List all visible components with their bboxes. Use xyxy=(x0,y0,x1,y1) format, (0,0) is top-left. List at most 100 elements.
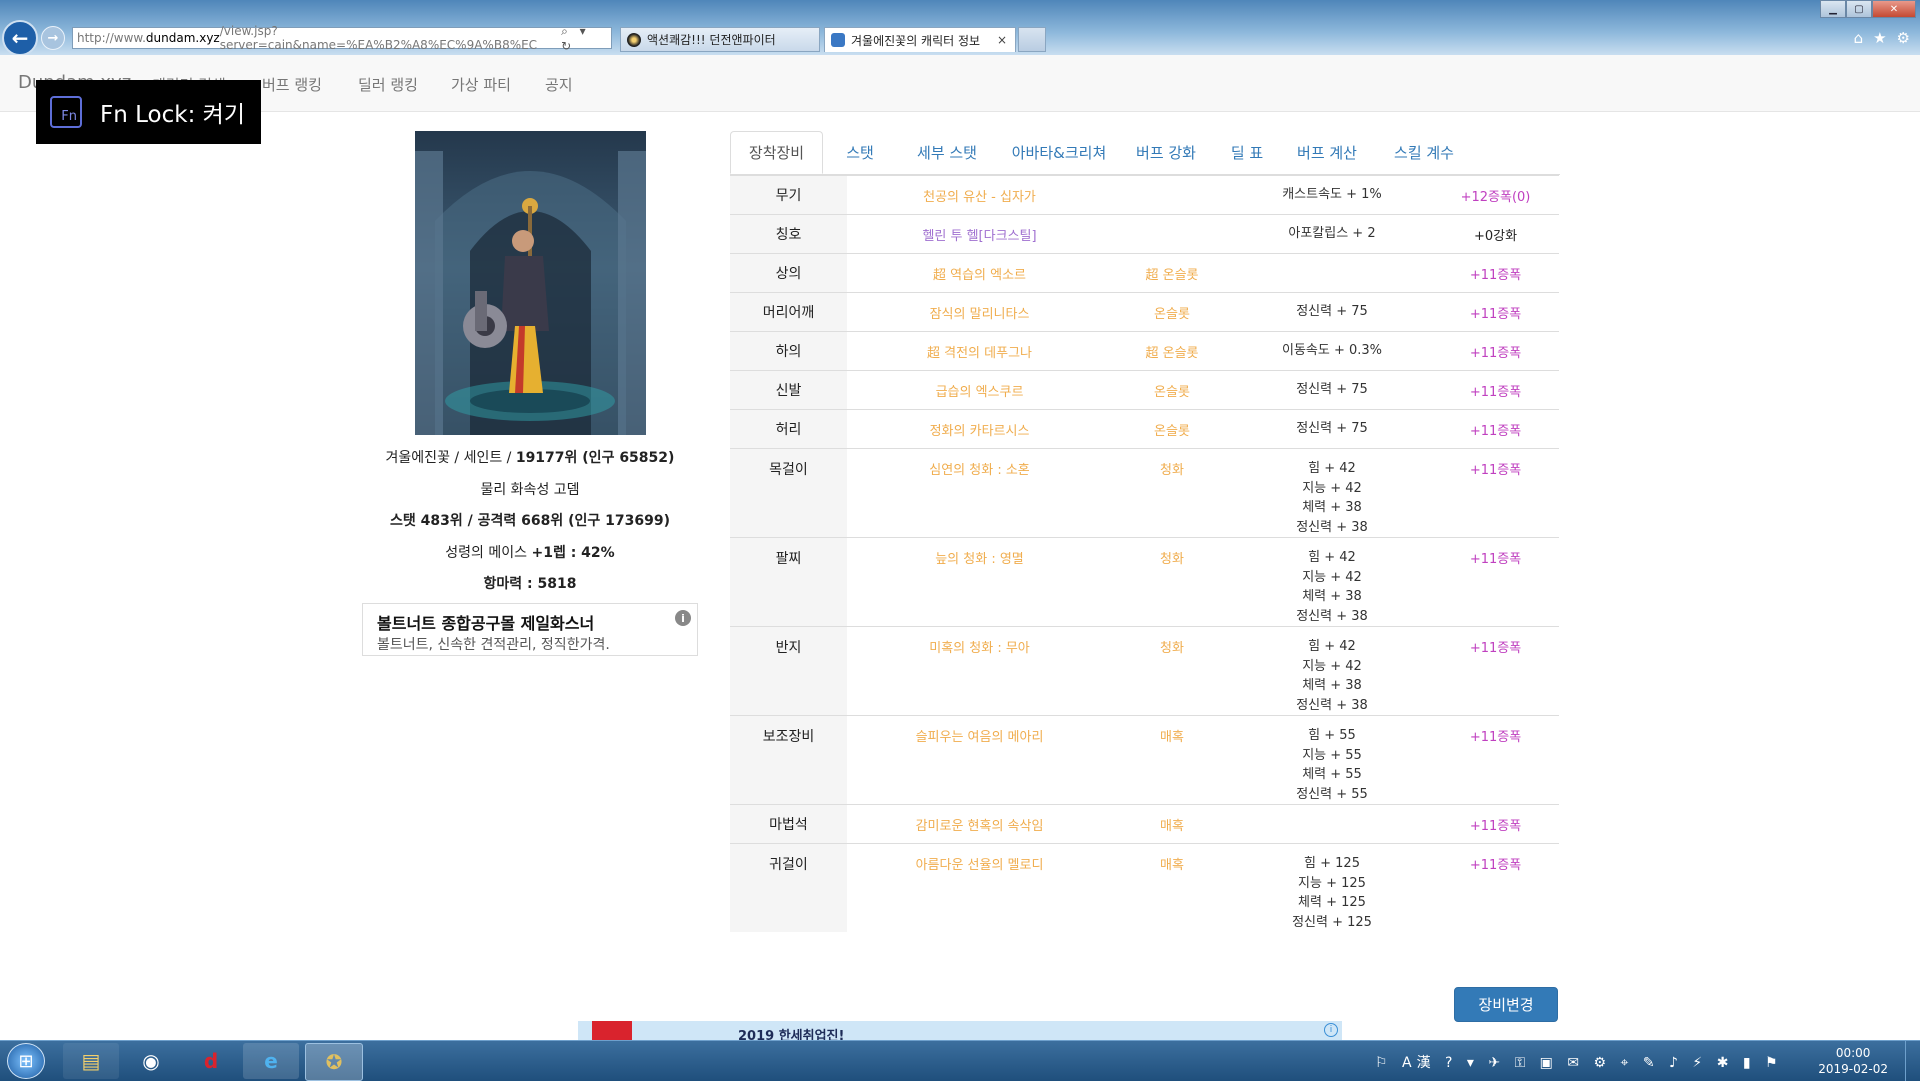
equipment-stats: 힘 + 42 지능 + 42 체력 + 38 정신력 + 38 xyxy=(1232,626,1432,716)
equipment-stats: 정신력 + 75 xyxy=(1232,370,1432,410)
equipment-item-name[interactable]: 슬피우는 여음의 메아리 xyxy=(847,715,1112,805)
equipment-reinforce: +11증폭 xyxy=(1432,843,1559,932)
equipment-reinforce: +11증폭 xyxy=(1432,370,1559,410)
tab-skill-coeff[interactable]: 스킬 계수 xyxy=(1374,131,1474,174)
minimize-button[interactable]: ▁ xyxy=(1820,0,1846,18)
file-explorer-icon[interactable]: ▤ xyxy=(63,1043,119,1079)
browser-tab-dnf[interactable]: 액션쾌감!!! 던전앤파이터 xyxy=(620,27,820,52)
equipment-slot: 상의 xyxy=(730,253,847,293)
close-tab-icon[interactable]: × xyxy=(997,33,1007,47)
nav-link-buff-ranking[interactable]: 버프 랭킹 xyxy=(262,74,322,95)
equipment-slot: 하의 xyxy=(730,331,847,371)
tab-buff-calc[interactable]: 버프 계산 xyxy=(1282,131,1372,174)
tab-buff-enhance[interactable]: 버프 강화 xyxy=(1120,131,1212,174)
start-button[interactable]: ⊞ xyxy=(7,1043,45,1079)
address-tools-icons[interactable]: ⌕ ▾ ↻ xyxy=(561,24,611,53)
equipment-item-name[interactable]: 정화의 카타르시스 xyxy=(847,409,1112,449)
profile-server-rank: 겨울에진꽃 / 세인트 / 19177위 (인구 65852) xyxy=(385,450,675,466)
ad-box[interactable]: 볼트너트 종합공구몰 제일화스너 볼트너트, 신속한 견적관리, 정직한가격. … xyxy=(362,603,698,656)
equipment-stat-line: 지능 + 42 xyxy=(1302,569,1362,585)
game-launcher-icon[interactable]: ✪ xyxy=(305,1043,363,1081)
system-tray-icons[interactable]: ⚐ A漢 ? ▾ ✈ ⚿ ▣ ✉ ⚙ ⌖ ✎ ♪ ⚡ ✱ ▮ ⚑ xyxy=(1375,1052,1783,1072)
new-tab-button[interactable] xyxy=(1018,27,1046,52)
profile-skill-level: 성령의 메이스 +1렙 : 42% xyxy=(445,545,615,561)
equipment-reinforce: +11증폭 xyxy=(1432,409,1559,449)
equipment-slot: 반지 xyxy=(730,626,847,716)
close-window-button[interactable]: ✕ xyxy=(1872,0,1916,18)
favorites-star-icon[interactable]: ★ xyxy=(1873,29,1886,47)
equipment-item-name[interactable]: 급습의 엑스쿠르 xyxy=(847,370,1112,410)
equipment-item-name[interactable]: 감미로운 현혹의 속삭임 xyxy=(847,804,1112,844)
equipment-item-name[interactable]: 심연의 청화 : 소혼 xyxy=(847,448,1112,538)
tab-equipment[interactable]: 장착장비 xyxy=(730,131,823,174)
equipment-table: 무기 천공의 유산 - 십자가 캐스트속도 + 1% +12증폭(0) 칭호 헬린 투 헬… xyxy=(730,175,1559,932)
browser-tab-character-info[interactable]: 겨울에진꽃의 캐릭터 정보 × xyxy=(824,27,1016,52)
internet-explorer-icon[interactable]: e xyxy=(243,1043,299,1079)
equipment-reinforce: +11증폭 xyxy=(1432,331,1559,371)
d-app-icon[interactable]: d xyxy=(183,1043,239,1079)
equipment-reinforce: +11증폭 xyxy=(1432,626,1559,716)
equipment-stat-line: 힘 + 125 xyxy=(1304,856,1360,871)
equipment-item-name[interactable]: 아름다운 선율의 멜로디 xyxy=(847,843,1112,932)
address-bar[interactable]: http://www. dundam.xyz/view.jsp?server=ca… xyxy=(72,24,612,53)
ie-favicon-icon xyxy=(831,33,845,47)
equipment-stats: 힘 + 125 지능 + 125 체력 + 125 정신력 + 125 xyxy=(1232,843,1432,932)
equipment-item-name[interactable]: 超 역습의 엑소르 xyxy=(847,253,1112,293)
change-equipment-button[interactable]: 장비변경 xyxy=(1454,987,1558,1022)
browser-toolbar-icons: ⌂ ★ ⚙ xyxy=(1854,29,1910,47)
equipment-stat-line: 정신력 + 75 xyxy=(1296,382,1368,398)
equipment-row: 상의 超 역습의 엑소르 超 온슬롯 +11증폭 xyxy=(730,253,1559,293)
maximize-button[interactable]: ▢ xyxy=(1846,0,1872,18)
equipment-stat-line: 체력 + 38 xyxy=(1302,678,1362,693)
settings-gear-icon[interactable]: ⚙ xyxy=(1897,29,1910,47)
clock-date: 2019-02-02 xyxy=(1818,1062,1888,1076)
equipment-item-name[interactable]: 잠식의 말리니타스 xyxy=(847,292,1112,332)
equipment-slot: 팔찌 xyxy=(730,537,847,627)
ad-banner[interactable]: 2019 한세취업진! i xyxy=(578,1021,1342,1040)
equipment-stat-line: 정신력 + 38 xyxy=(1296,697,1368,713)
tab-stats[interactable]: 스탯 xyxy=(826,131,894,174)
equipment-set-name: 超 온슬롯 xyxy=(1112,331,1232,371)
equipment-slot: 칭호 xyxy=(730,214,847,254)
nav-link-notice[interactable]: 공지 xyxy=(545,74,573,95)
banner-text: 2019 한세취업진! xyxy=(738,1029,845,1040)
equipment-item-name[interactable]: 늪의 청화 : 영멸 xyxy=(847,537,1112,627)
chrome-icon[interactable]: ◉ xyxy=(123,1043,179,1079)
equipment-stat-line: 정신력 + 38 xyxy=(1296,608,1368,624)
equipment-stats xyxy=(1232,804,1432,844)
equipment-item-name[interactable]: 미혹의 청화 : 무아 xyxy=(847,626,1112,716)
info-icon[interactable]: i xyxy=(1324,1023,1338,1037)
equipment-slot: 무기 xyxy=(730,175,847,215)
tab-damage-table[interactable]: 딜 표 xyxy=(1214,131,1280,174)
equipment-slot: 귀걸이 xyxy=(730,843,847,932)
profile-build: 물리 화속성 고뎀 xyxy=(480,482,580,498)
forward-button[interactable]: → xyxy=(41,26,65,50)
equipment-set-name: 온슬롯 xyxy=(1112,409,1232,449)
equipment-item-name[interactable]: 超 격전의 데푸그나 xyxy=(847,331,1112,371)
nav-link-dealer-ranking[interactable]: 딜러 랭킹 xyxy=(358,74,418,95)
equipment-stat-line: 정신력 + 75 xyxy=(1296,304,1368,320)
equipment-set-name: 매혹 xyxy=(1112,804,1232,844)
equipment-slot: 머리어깨 xyxy=(730,292,847,332)
equipment-stat-line: 체력 + 55 xyxy=(1302,767,1362,782)
back-button[interactable]: ← xyxy=(2,20,38,56)
home-icon[interactable]: ⌂ xyxy=(1854,29,1864,47)
tab-detail-stats[interactable]: 세부 스탯 xyxy=(896,131,998,174)
clock[interactable]: 00:00 2019-02-02 xyxy=(1818,1045,1888,1077)
equipment-row: 허리 정화의 카타르시스 온슬롯 정신력 + 75 +11증폭 xyxy=(730,409,1559,449)
equipment-slot: 보조장비 xyxy=(730,715,847,805)
tab-avatar-creature[interactable]: 아바타&크리쳐 xyxy=(1000,131,1118,174)
equipment-item-name[interactable]: 헬린 투 헬[다크스틸] xyxy=(847,214,1112,254)
nav-link-virtual-party[interactable]: 가상 파티 xyxy=(451,74,511,95)
equipment-stats: 아포칼립스 + 2 xyxy=(1232,214,1432,254)
show-desktop-button[interactable] xyxy=(1905,1041,1920,1081)
equipment-stat-line: 지능 + 42 xyxy=(1302,480,1362,496)
equipment-stat-line: 캐스트속도 + 1% xyxy=(1282,187,1382,203)
clock-time: 00:00 xyxy=(1835,1046,1871,1060)
equipment-set-name: 온슬롯 xyxy=(1112,292,1232,332)
equipment-item-name[interactable]: 천공의 유산 - 십자가 xyxy=(847,175,1112,215)
info-icon[interactable]: i xyxy=(675,610,691,626)
equipment-set-name xyxy=(1112,214,1232,254)
equipment-set-name xyxy=(1112,175,1232,215)
banner-logo xyxy=(592,1021,632,1040)
